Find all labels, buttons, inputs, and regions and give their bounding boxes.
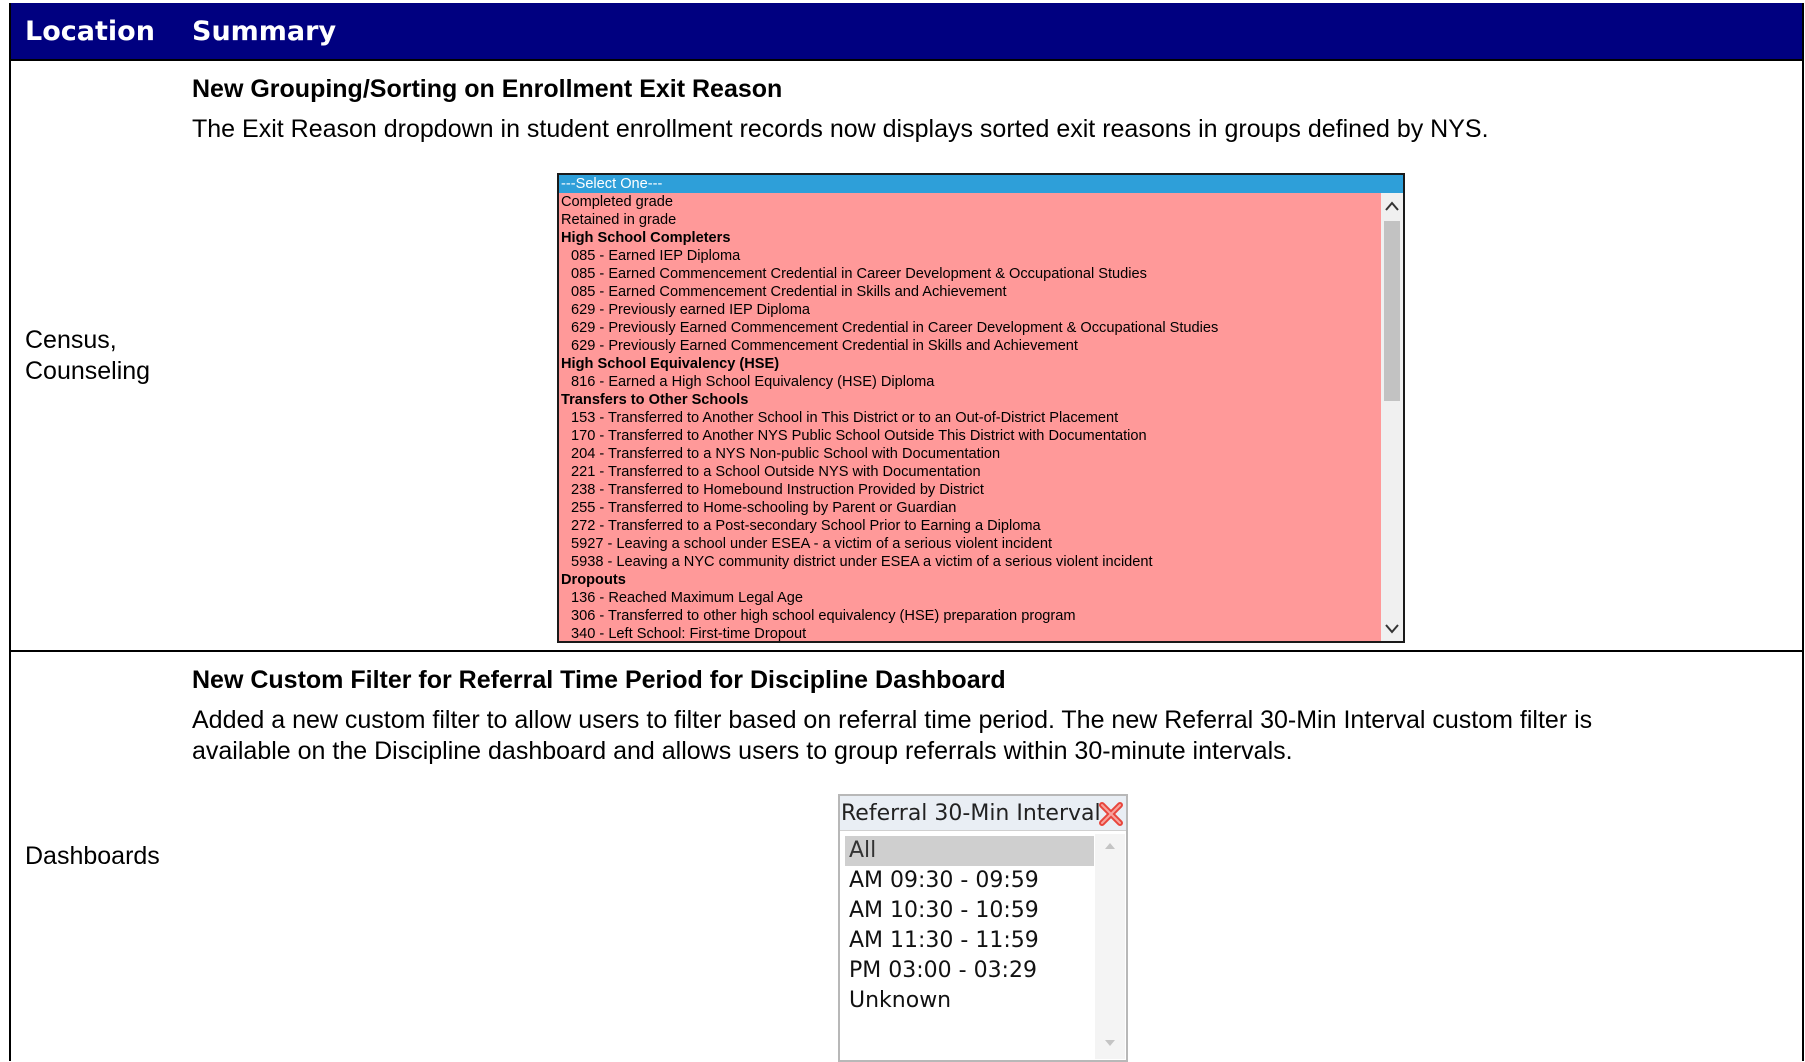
listbox-option[interactable]: 629 - Previously Earned Commencement Cre… xyxy=(561,319,1403,337)
chevron-up-icon[interactable] xyxy=(1095,834,1125,858)
filter-option[interactable]: AM 10:30 - 10:59 xyxy=(845,896,1094,926)
location-cell: Dashboards xyxy=(25,842,160,870)
filter-option[interactable]: AM 11:30 - 11:59 xyxy=(845,926,1094,956)
release-notes-table: Location Summary Census, Counseling New … xyxy=(9,3,1804,1062)
summary-cell: New Grouping/Sorting on Enrollment Exit … xyxy=(192,61,1802,650)
listbox-scrollbar[interactable] xyxy=(1381,193,1403,641)
listbox-option[interactable]: 306 - Transferred to other high school e… xyxy=(561,607,1403,625)
chevron-down-icon[interactable] xyxy=(1381,617,1403,639)
listbox-option[interactable]: Completed grade xyxy=(561,193,1403,211)
table-row: Census, Counseling New Grouping/Sorting … xyxy=(11,59,1802,650)
filter-option[interactable]: AM 09:30 - 09:59 xyxy=(845,866,1094,896)
listbox-option[interactable]: 272 - Transferred to a Post-secondary Sc… xyxy=(561,517,1403,535)
feature-description: The Exit Reason dropdown in student enro… xyxy=(192,115,1489,143)
chevron-up-icon[interactable] xyxy=(1381,195,1403,217)
listbox-option[interactable]: 255 - Transferred to Home-schooling by P… xyxy=(561,499,1403,517)
listbox-option[interactable]: 085 - Earned IEP Diploma xyxy=(561,247,1403,265)
listbox-group-header: High School Equivalency (HSE) xyxy=(561,356,780,372)
table-header: Location Summary xyxy=(11,3,1802,59)
table-row: Dashboards New Custom Filter for Referra… xyxy=(11,650,1802,1062)
filter-options: All AM 09:30 - 09:59 AM 10:30 - 10:59 AM 11… xyxy=(845,836,1094,1016)
exit-reason-listbox[interactable]: ---Select One--- Completed grade Retained… xyxy=(557,173,1405,643)
summary-cell: New Custom Filter for Referral Time Peri… xyxy=(192,652,1802,1062)
listbox-option[interactable]: 204 - Transferred to a NYS Non-public Sc… xyxy=(561,445,1403,463)
description-line: Added a new custom filter to allow users… xyxy=(192,706,1593,734)
listbox-option[interactable]: 170 - Transferred to Another NYS Public … xyxy=(561,427,1403,445)
filter-scrollbar[interactable] xyxy=(1095,834,1125,1059)
listbox-option[interactable]: 5938 - Leaving a NYC community district … xyxy=(561,553,1403,571)
feature-title: New Grouping/Sorting on Enrollment Exit … xyxy=(192,75,783,103)
header-location: Location xyxy=(25,15,155,47)
listbox-option[interactable]: 816 - Earned a High School Equivalency (… xyxy=(561,373,1403,391)
listbox-option[interactable]: 085 - Earned Commencement Credential in … xyxy=(561,265,1403,283)
listbox-option[interactable]: 238 - Transferred to Homebound Instructi… xyxy=(561,481,1403,499)
referral-interval-filter: Referral 30-Min Interval All AM 09:30 - 0… xyxy=(838,794,1128,1062)
listbox-option[interactable]: 340 - Left School: First-time Dropout xyxy=(561,625,1403,641)
listbox-group-header: High School Completers xyxy=(561,230,731,246)
filter-option[interactable]: PM 03:00 - 03:29 xyxy=(845,956,1094,986)
listbox-option[interactable]: 5927 - Leaving a school under ESEA - a v… xyxy=(561,535,1403,553)
description-line: available on the Discipline dashboard an… xyxy=(192,737,1293,765)
close-icon[interactable] xyxy=(1096,799,1126,829)
listbox-group-header: Transfers to Other Schools xyxy=(561,392,749,408)
filter-option[interactable]: Unknown xyxy=(845,986,1094,1016)
location-cell: Census, Counseling xyxy=(11,61,192,650)
listbox-options: Completed grade Retained in grade High Sch… xyxy=(559,193,1403,641)
listbox-option[interactable]: 629 - Previously Earned Commencement Cre… xyxy=(561,337,1403,355)
listbox-option[interactable]: Retained in grade xyxy=(561,211,1403,229)
filter-option[interactable]: All xyxy=(845,836,1094,866)
location-line: Counseling xyxy=(25,356,151,385)
filter-title: Referral 30-Min Interval xyxy=(841,800,1101,826)
scrollbar-thumb[interactable] xyxy=(1384,221,1400,401)
listbox-option[interactable]: 153 - Transferred to Another School in T… xyxy=(561,409,1403,427)
feature-description: Added a new custom filter to allow users… xyxy=(192,705,1752,767)
chevron-down-icon[interactable] xyxy=(1095,1031,1125,1055)
listbox-group-header: Dropouts xyxy=(561,572,626,588)
listbox-option[interactable]: 136 - Reached Maximum Legal Age xyxy=(561,589,1403,607)
location-line: Census, xyxy=(25,325,117,354)
header-summary: Summary xyxy=(192,15,337,47)
listbox-selected-option[interactable]: ---Select One--- xyxy=(559,175,1403,193)
listbox-option[interactable]: 221 - Transferred to a School Outside NY… xyxy=(561,463,1403,481)
filter-header: Referral 30-Min Interval xyxy=(840,796,1126,831)
listbox-option[interactable]: 085 - Earned Commencement Credential in … xyxy=(561,283,1403,301)
feature-title: New Custom Filter for Referral Time Peri… xyxy=(192,666,1006,694)
listbox-option[interactable]: 629 - Previously earned IEP Diploma xyxy=(561,301,1403,319)
